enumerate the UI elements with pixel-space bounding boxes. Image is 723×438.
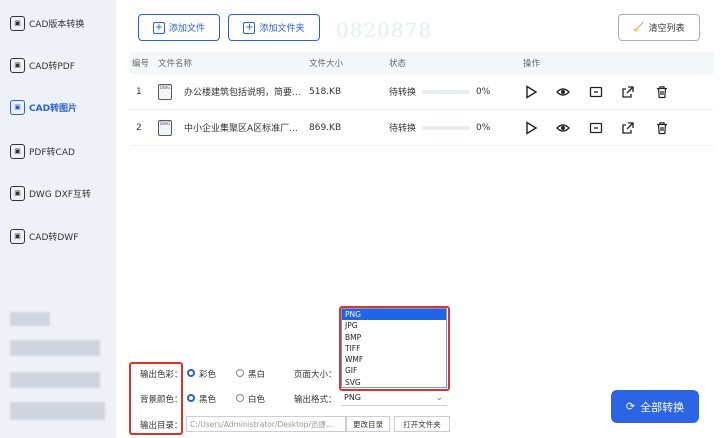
clear-list-button[interactable]: 🧹 清空列表: [618, 14, 700, 41]
pdf-cad-icon: ▣: [10, 143, 25, 159]
format-option-svg[interactable]: SVG: [342, 377, 446, 388]
dwg-file-icon: DWG: [158, 84, 172, 100]
redacted-block: [10, 312, 50, 326]
share-icon[interactable]: [620, 84, 636, 100]
format-option-gif[interactable]: GIF: [342, 365, 446, 376]
header-name: 文件名称: [158, 59, 193, 69]
clear-list-label: 清空列表: [648, 24, 685, 34]
cad-version-icon: ▣: [10, 15, 25, 31]
open-folder-button[interactable]: 打开文件夹: [394, 416, 450, 432]
file-size: 518.KB: [309, 86, 342, 97]
color-radio-bw[interactable]: [236, 369, 244, 377]
header-status: 状态: [389, 59, 407, 69]
convert-all-label: 全部转换: [640, 400, 685, 414]
progress-text: 0%: [476, 86, 491, 97]
redacted-block: [10, 372, 100, 388]
cad-pdf-icon: ▣: [10, 57, 25, 73]
format-option-jpg[interactable]: JPG: [342, 320, 446, 331]
color-option-bw: 黑白: [248, 370, 266, 380]
output-format-label: 输出格式：: [294, 395, 337, 405]
add-file-button[interactable]: + 添加文件: [138, 14, 220, 41]
play-icon[interactable]: [523, 120, 539, 136]
sidebar-item-label: DWG DXF互转: [29, 189, 91, 200]
redacted-block: [10, 402, 105, 420]
table-row[interactable]: 1 DWG 办公楼建筑包括说明，简要... 518.KB 待转换 0%: [130, 74, 714, 110]
broom-icon: 🧹: [633, 22, 645, 33]
output-format-select[interactable]: PNG ⌄: [341, 390, 447, 406]
folder-icon[interactable]: [588, 84, 604, 100]
add-folder-icon: +: [243, 21, 256, 34]
sidebar-item-label: CAD版本转换: [29, 19, 85, 30]
sidebar-item-cad-pdf[interactable]: ▣ CAD转PDF: [10, 54, 110, 76]
progress-text: 0%: [476, 122, 491, 133]
trash-icon[interactable]: [654, 120, 670, 136]
page-size-label: 页面大小：: [294, 370, 337, 380]
cad-image-icon: ▣: [10, 99, 25, 115]
format-option-png[interactable]: PNG: [342, 309, 446, 321]
bg-option-black: 黑色: [199, 395, 217, 405]
dwg-file-icon: DWG: [158, 120, 172, 136]
format-option-wmf[interactable]: WMF: [342, 354, 446, 365]
format-option-tiff[interactable]: TIFF: [342, 343, 446, 354]
file-status: 待转换: [389, 124, 417, 134]
sidebar-item-pdf-cad[interactable]: ▣ PDF转CAD: [10, 140, 110, 162]
refresh-icon: ⟳: [625, 400, 636, 413]
bg-radio-white[interactable]: [236, 394, 244, 402]
bg-option-white: 白色: [248, 395, 266, 405]
color-radio-color[interactable]: [187, 369, 195, 377]
add-file-icon: +: [152, 21, 165, 34]
share-icon[interactable]: [620, 120, 636, 136]
header-actions: 操作: [523, 59, 541, 69]
progress-bar: [422, 90, 470, 94]
sidebar-item-label: CAD转DWF: [29, 232, 79, 243]
bg-radio-black[interactable]: [187, 394, 195, 402]
add-file-label: 添加文件: [168, 24, 205, 34]
chevron-down-icon: ⌄: [435, 392, 443, 403]
sidebar-item-label: PDF转CAD: [29, 147, 75, 158]
file-size: 869.KB: [309, 122, 342, 133]
sidebar-item-cad-dwf[interactable]: ▣ CAD转DWF: [10, 225, 110, 247]
watermark: 0820878: [336, 18, 433, 42]
sidebar-item-label: CAD转PDF: [29, 61, 75, 72]
output-format-value: PNG: [344, 393, 362, 402]
header-index: 编号: [132, 59, 150, 69]
dwg-dxf-icon: ▣: [10, 185, 25, 201]
sidebar-item-cad-version[interactable]: ▣ CAD版本转换: [10, 12, 110, 34]
output-dir-field[interactable]: C:/Users/Administrator/Desktop/迅捷...: [186, 416, 346, 432]
open-folder-label: 打开文件夹: [403, 419, 441, 429]
progress-bar: [422, 126, 470, 130]
preview-eye-icon[interactable]: [555, 120, 571, 136]
table-header: 编号 文件名称 文件大小 状态 操作: [130, 52, 714, 74]
add-folder-button[interactable]: + 添加文件夹: [228, 14, 320, 41]
folder-icon[interactable]: [588, 120, 604, 136]
preview-eye-icon[interactable]: [555, 84, 571, 100]
change-dir-label: 更改目录: [353, 419, 383, 429]
convert-all-button[interactable]: ⟳ 全部转换: [611, 390, 699, 423]
file-status: 待转换: [389, 88, 417, 98]
output-dir-value: C:/Users/Administrator/Desktop/迅捷...: [190, 419, 334, 429]
row-index: 2: [136, 122, 142, 133]
cad-dwf-icon: ▣: [10, 228, 25, 244]
sidebar: ▣ CAD版本转换 ▣ CAD转PDF ▣ CAD转图片 ▣ PDF转CAD ▣…: [0, 0, 116, 438]
file-table: 编号 文件名称 文件大小 状态 操作 1 DWG 办公楼建筑包括说明，简要...…: [130, 52, 714, 146]
color-option-color: 彩色: [199, 370, 217, 380]
table-row[interactable]: 2 DWG 中小企业集聚区A区标准厂... 869.KB 待转换 0%: [130, 110, 714, 146]
header-size: 文件大小: [309, 59, 344, 69]
output-color-label: 输出色彩：: [140, 370, 183, 380]
row-index: 1: [136, 86, 142, 97]
output-dir-label: 输出目录：: [140, 421, 183, 431]
file-name: 中小企业集聚区A区标准厂...: [184, 124, 298, 134]
file-name: 办公楼建筑包括说明，简要...: [184, 88, 301, 98]
sidebar-item-dwg-dxf[interactable]: ▣ DWG DXF互转: [10, 182, 110, 204]
format-dropdown-list[interactable]: PNG JPG BMP TIFF WMF GIF SVG: [341, 308, 447, 388]
sidebar-item-label: CAD转图片: [29, 103, 78, 114]
sidebar-item-cad-image[interactable]: ▣ CAD转图片: [10, 96, 110, 118]
change-dir-button[interactable]: 更改目录: [346, 416, 390, 432]
trash-icon[interactable]: [654, 84, 670, 100]
format-option-bmp[interactable]: BMP: [342, 332, 446, 343]
bg-color-label: 背景颜色：: [140, 395, 183, 405]
add-folder-label: 添加文件夹: [259, 24, 305, 34]
redacted-block: [10, 340, 100, 356]
play-icon[interactable]: [523, 84, 539, 100]
